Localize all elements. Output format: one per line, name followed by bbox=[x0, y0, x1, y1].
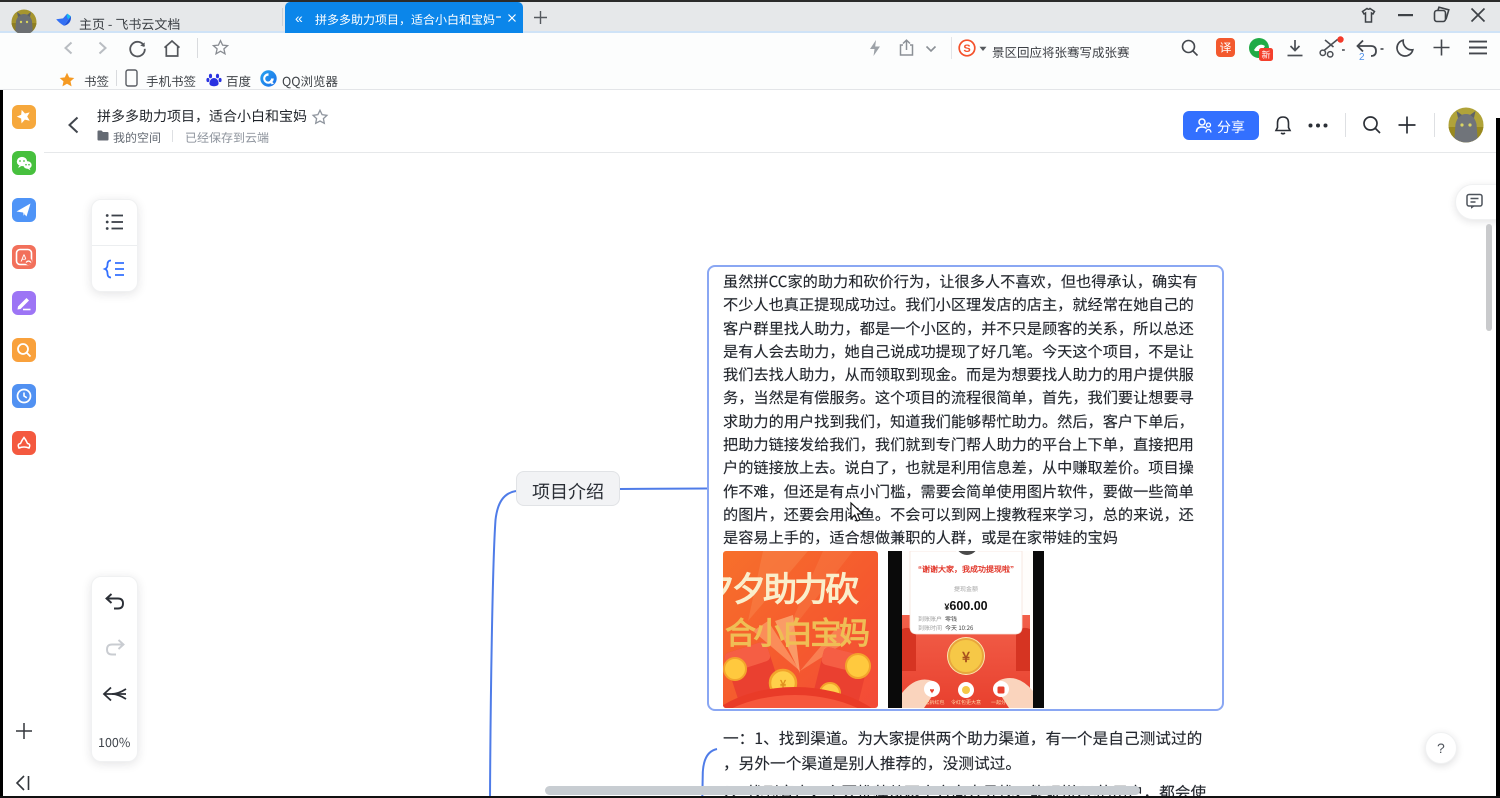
svg-text:到账账户: 到账账户 bbox=[918, 614, 942, 623]
svg-text:¥: ¥ bbox=[961, 647, 970, 667]
svg-text:2: 2 bbox=[1359, 52, 1365, 63]
svg-text:夕夕助力砍: 夕夕助力砍 bbox=[701, 562, 859, 611]
svg-text:提现金额: 提现金额 bbox=[954, 584, 978, 593]
svg-text:令红包更大意: 令红包更大意 bbox=[951, 699, 981, 706]
svg-text:S: S bbox=[963, 43, 970, 55]
svg-text:今天 10:26: 今天 10:26 bbox=[945, 623, 974, 632]
svg-text:新: 新 bbox=[1261, 48, 1270, 61]
svg-text:合小白宝妈: 合小白宝妈 bbox=[725, 608, 869, 653]
svg-text:到账时间: 到账时间 bbox=[918, 623, 942, 632]
svg-text:¥600.00: ¥600.00 bbox=[944, 599, 987, 613]
svg-text:一起拆红包: 一起拆红包 bbox=[919, 699, 944, 706]
svg-text:零钱: 零钱 bbox=[945, 614, 957, 623]
svg-text:一起分享: 一起分享 bbox=[991, 699, 1011, 706]
svg-text:♥: ♥ bbox=[930, 686, 935, 697]
svg-text:“谢谢大家，我成功提现啦”: “谢谢大家，我成功提现啦” bbox=[918, 564, 1014, 575]
